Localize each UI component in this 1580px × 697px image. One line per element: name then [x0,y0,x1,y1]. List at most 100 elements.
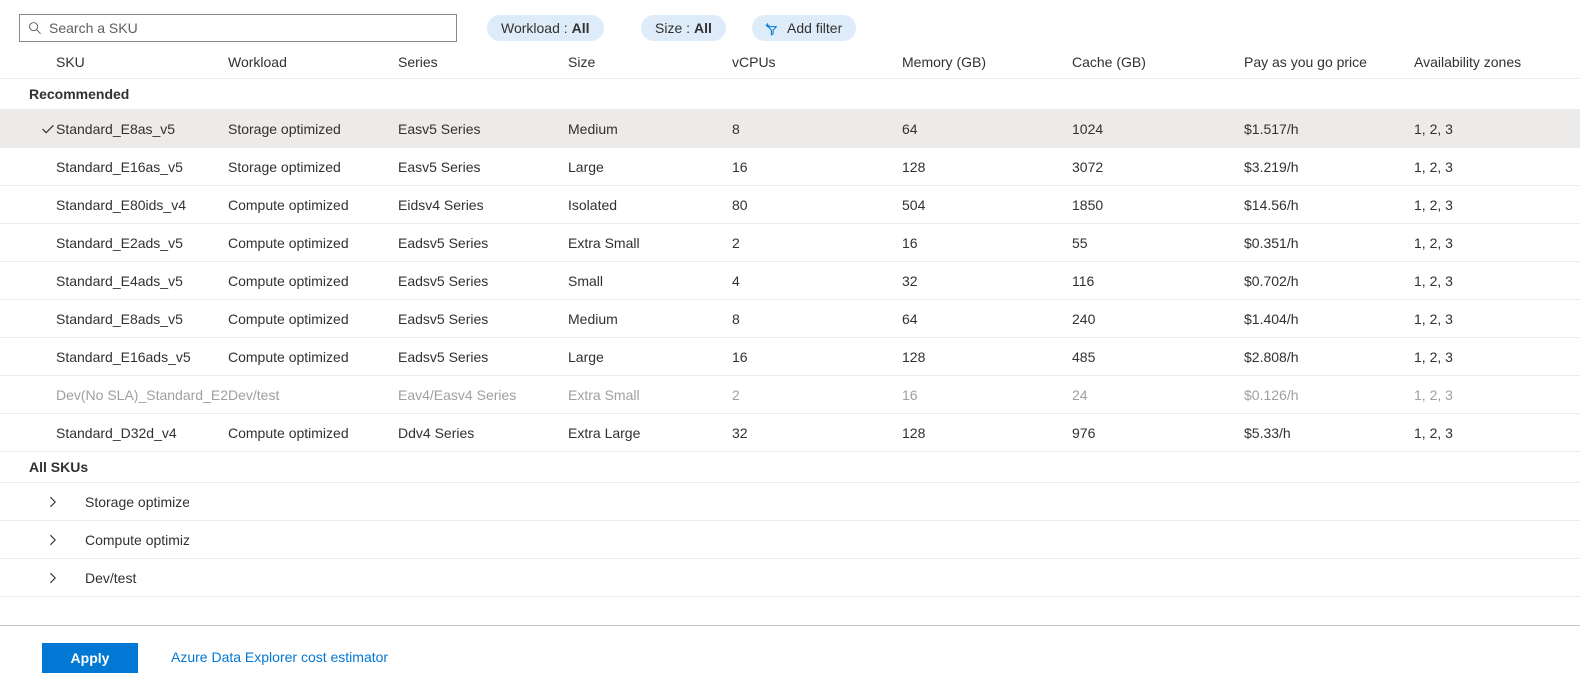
cell-cache-text: 485 [1072,348,1096,365]
table-row[interactable]: Standard_E4ads_v5 Compute optimized Eadsv5… [0,262,1580,300]
search-icon [29,22,41,35]
table-row[interactable]: Standard_D32d_v4 Compute optimized Ddv4 Se… [0,414,1580,452]
cell-memory-text: 504 [902,196,926,213]
add-filter-button[interactable]: Add filter [752,15,857,41]
column-header-sku: SKU [56,54,85,70]
cell-price: $14.56/h [1244,197,1414,213]
cell-zones: 1, 2, 3 [1414,349,1580,365]
cell-memory-text: 16 [902,386,918,403]
chevron-right-icon[interactable] [47,571,85,585]
cell-sku-text: Standard_E8as_v5 [56,120,176,137]
cost-estimator-link[interactable]: Azure Data Explorer cost estimator [171,649,388,665]
cell-size: Extra Small [568,235,732,251]
column-header-size: Size [568,54,596,70]
expandable-category-row[interactable]: Dev/test [0,559,1580,597]
cell-vcpus-text: 2 [732,234,740,251]
cell-sku-text: Dev(No SLA)_Standard_E2a_v4 [56,386,228,403]
cell-size-text: Large [568,158,604,175]
cell-workload-text: Compute optimized [228,272,349,289]
table-body: Standard_E8as_v5 Storage optimized Easv5 S… [0,110,1580,452]
cell-vcpus-text: 8 [732,310,740,327]
cell-cache-text: 3072 [1072,158,1104,175]
expandable-category-row[interactable]: Storage optimized [0,483,1580,521]
search-input[interactable] [49,17,448,39]
column-header-zones: Availability zones [1414,54,1522,70]
table-row[interactable]: Standard_E80ids_v4 Compute optimized Eidsv… [0,186,1580,224]
table-row[interactable]: Standard_E8ads_v5 Compute optimized Eadsv5… [0,300,1580,338]
cell-price: $3.219/h [1244,159,1414,175]
column-header-workload: Workload [228,54,287,70]
column-header-memory: Memory (GB) [902,54,986,70]
cell-sku-text: Standard_E8ads_v5 [56,310,183,327]
expandable-categories: Storage optimized Compute optimized Dev/te… [0,483,1580,597]
cell-workload: Compute optimized [228,349,398,365]
cell-workload: Compute optimized [228,273,398,289]
cell-price-text: $5.33/h [1244,424,1291,441]
add-filter-funnel-icon [765,22,777,35]
cell-workload: Dev/test [228,387,398,403]
cell-series: Ddv4 Series [398,425,568,441]
cell-workload: Storage optimized [228,121,398,137]
expandable-category-label: Compute optimized [85,531,189,548]
cell-cache-text: 1024 [1072,120,1104,137]
cell-size-text: Medium [568,310,618,327]
cell-sku-text: Standard_D32d_v4 [56,424,177,441]
cell-workload: Compute optimized [228,197,398,213]
cell-memory: 504 [902,197,1072,213]
cell-vcpus-text: 4 [732,272,740,289]
cell-memory-text: 16 [902,234,918,251]
cell-series-text: Eadsv5 Series [398,310,489,327]
cell-size-text: Medium [568,120,618,137]
cell-vcpus: 8 [732,311,902,327]
cell-sku: Standard_D32d_v4 [0,425,228,441]
cell-workload-text: Compute optimized [228,234,349,251]
column-header-price: Pay as you go price [1244,54,1367,70]
expandable-category-row[interactable]: Compute optimized [0,521,1580,559]
cell-size: Extra Small [568,387,732,403]
column-header-series: Series [398,54,438,70]
cell-zones-text: 1, 2, 3 [1414,386,1453,403]
cell-workload: Compute optimized [228,311,398,327]
cell-vcpus: 4 [732,273,902,289]
chevron-right-icon[interactable] [47,495,85,509]
apply-button[interactable]: Apply [42,643,138,673]
cell-price: $0.702/h [1244,273,1414,289]
cell-memory: 128 [902,425,1072,441]
cell-memory: 16 [902,235,1072,251]
chevron-right-icon[interactable] [47,533,85,547]
cell-series: Eidsv4 Series [398,197,568,213]
table-row[interactable]: Standard_E16as_v5 Storage optimized Easv5 … [0,148,1580,186]
group-header-all-skus: All SKUs [0,452,1580,483]
search-box[interactable] [19,14,457,42]
cell-zones: 1, 2, 3 [1414,425,1580,441]
filter-pill-size[interactable]: Size : All [641,15,726,41]
cell-memory: 32 [902,273,1072,289]
cell-sku-text: Standard_E80ids_v4 [56,196,186,213]
cell-workload-text: Storage optimized [228,120,341,137]
cell-size: Small [568,273,732,289]
table-row[interactable]: Standard_E16ads_v5 Compute optimized Eadsv… [0,338,1580,376]
cell-series: Easv5 Series [398,121,568,137]
cell-workload-text: Dev/test [228,386,280,403]
cell-memory-text: 128 [902,348,926,365]
table-row[interactable]: Standard_E2ads_v5 Compute optimized Eadsv5… [0,224,1580,262]
cell-zones-text: 1, 2, 3 [1414,234,1453,251]
cell-series: Eav4/Easv4 Series [398,387,568,403]
cell-memory: 64 [902,121,1072,137]
filter-pill-workload[interactable]: Workload : All [487,15,604,41]
cell-vcpus-text: 8 [732,120,740,137]
cell-workload-text: Compute optimized [228,196,349,213]
cell-cache-text: 24 [1072,386,1088,403]
cell-sku-text: Standard_E2ads_v5 [56,234,183,251]
cell-series-text: Eidsv4 Series [398,196,484,213]
filter-pill-workload-value: All [571,20,590,36]
checkmark-icon [42,124,54,134]
cell-series: Eadsv5 Series [398,311,568,327]
filter-pill-workload-label: Workload : [501,20,568,36]
cell-cache: 55 [1072,235,1244,251]
filter-pill-size-label: Size : [655,20,691,36]
expandable-category-label: Dev/test [85,569,137,586]
toolbar: Workload : All Size : All Add filter [0,0,1580,52]
cell-price-text: $0.126/h [1244,386,1299,403]
table-row[interactable]: Standard_E8as_v5 Storage optimized Easv5 S… [0,110,1580,148]
